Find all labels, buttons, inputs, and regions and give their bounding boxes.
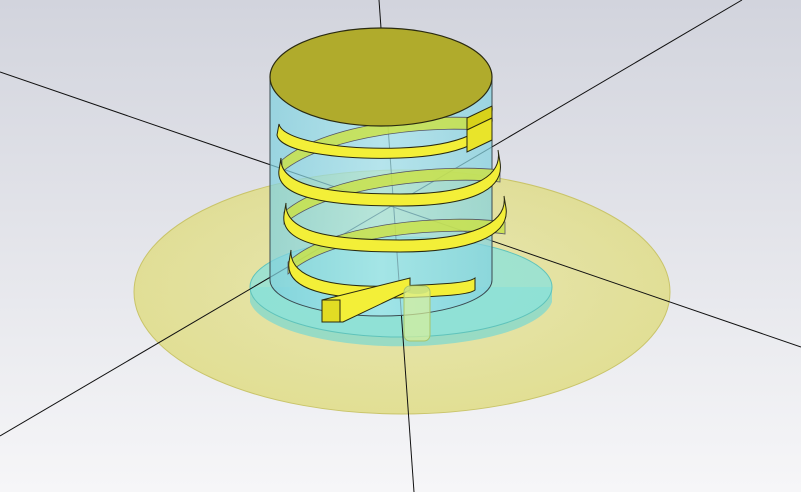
top-cap — [269, 27, 493, 127]
feed-connector — [403, 285, 431, 342]
3d-viewport[interactable] — [0, 0, 801, 492]
